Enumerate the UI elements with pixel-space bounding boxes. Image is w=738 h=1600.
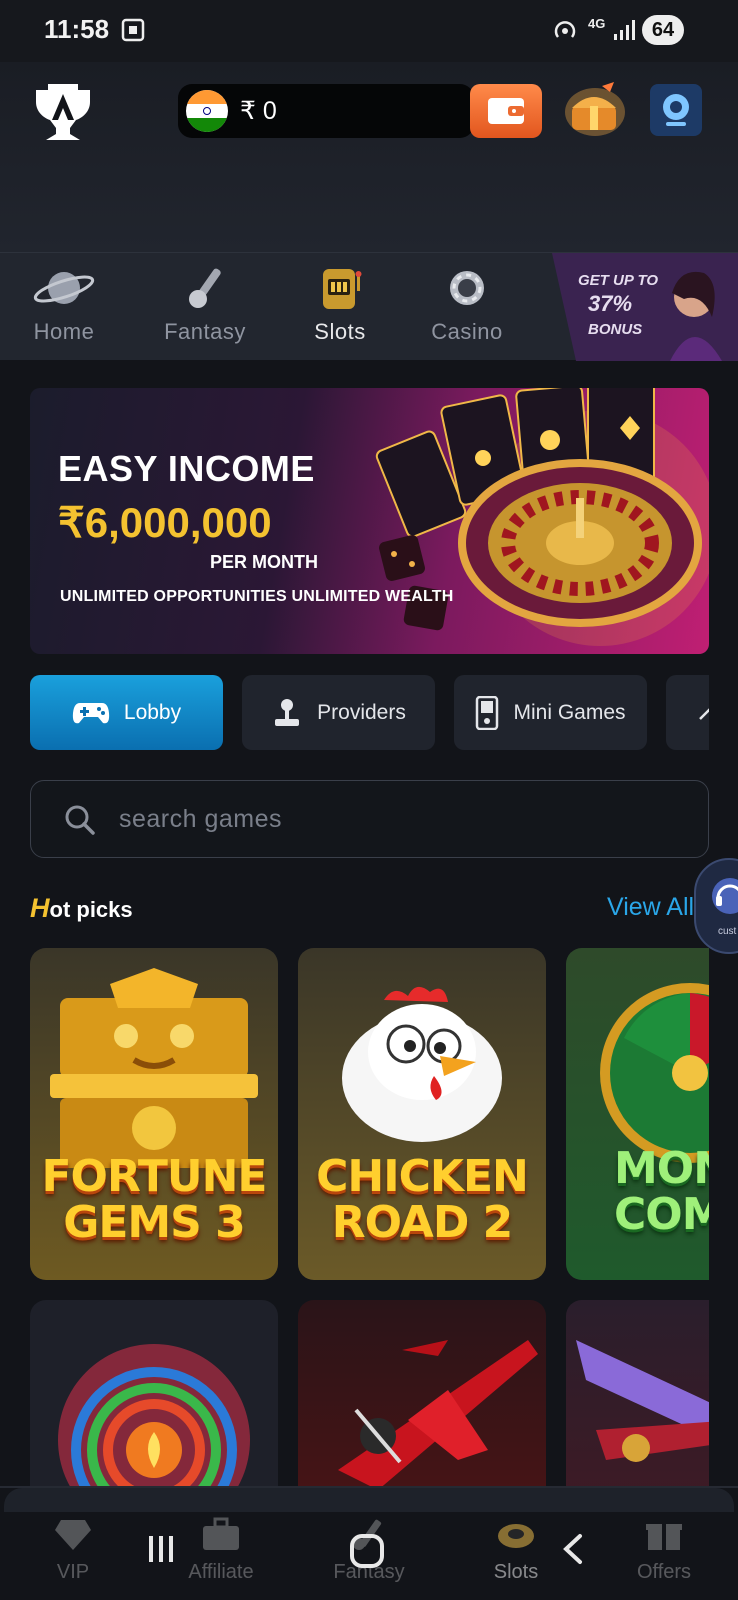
promo-percent: 37% [588, 291, 633, 316]
hot-picks-title: Hot picks [30, 893, 133, 924]
banner-title: EASY INCOME [58, 448, 315, 489]
category-fantasy[interactable]: Fantasy [145, 263, 265, 353]
customer-service-button[interactable]: cust ser [694, 858, 738, 954]
category-nav: Home Fantasy Slots Casino GET UP TO 37% … [0, 252, 738, 361]
tab-label: Mini Games [513, 700, 626, 724]
slot-machine-icon [323, 269, 362, 309]
category-label: Fantasy [164, 319, 246, 344]
bottom-nav-handle [4, 1488, 734, 1512]
promo-text: GET UP TO 37% BONUS [578, 269, 658, 341]
category-casino[interactable]: Casino [407, 263, 527, 353]
recent-apps-icon[interactable] [144, 1532, 178, 1566]
status-bar: 11:58 4G 64 [0, 0, 738, 62]
wallet-button[interactable] [470, 84, 542, 138]
trophy-logo-icon[interactable] [28, 80, 98, 150]
promo-line-1: GET UP TO [578, 272, 659, 289]
screenshot-icon [121, 18, 145, 42]
game-card-fire-wheel[interactable] [30, 1300, 278, 1488]
tab-providers[interactable]: Providers [242, 675, 435, 750]
more-tab-icon [699, 707, 709, 720]
game-filter-tabs: Lobby Providers Mini Games [30, 675, 709, 750]
diamond-icon [55, 1520, 91, 1550]
hotspot-icon [554, 21, 576, 38]
india-flag-icon [186, 90, 228, 132]
category-label: Casino [431, 319, 503, 344]
search-icon [65, 805, 95, 835]
planet-icon [33, 272, 95, 304]
game-title-line-1: MON [614, 1143, 709, 1194]
live-support-button[interactable] [650, 84, 702, 136]
balance-amount: ₹ 0 [240, 97, 277, 125]
game-title-line-2: ROAD 2 [331, 1197, 514, 1248]
tab-label: Lobby [123, 700, 182, 724]
tab-mini-games[interactable]: Mini Games [454, 675, 647, 750]
promo-line-3: BONUS [588, 321, 643, 338]
category-label: Slots [314, 319, 366, 344]
category-slots[interactable]: Slots [280, 263, 400, 353]
game-card-chicken-road-2[interactable]: CHICKEN ROAD 2 [298, 948, 546, 1280]
bottom-nav-label: Affiliate [188, 1561, 254, 1583]
headset-icon [712, 878, 738, 914]
joystick-icon [275, 698, 300, 726]
signal-icon [614, 20, 635, 40]
bottom-nav-label: VIP [56, 1561, 90, 1583]
bottom-nav-slots[interactable]: Slots [461, 1516, 571, 1584]
webcam-icon [663, 94, 689, 126]
network-type: 4G [588, 16, 606, 31]
gift-icon [646, 1524, 682, 1550]
cricket-icon [189, 268, 221, 308]
gift-box-button[interactable] [562, 78, 628, 140]
jet-artwork [576, 1340, 709, 1462]
view-all-link[interactable]: View All [607, 893, 694, 922]
home-button-icon[interactable] [348, 1532, 386, 1570]
bottom-nav-label: Slots [493, 1561, 539, 1583]
roulette-icon [498, 1524, 534, 1548]
title-rest: ot picks [49, 897, 133, 922]
hot-picks-grid: FORTUNE GEMS 3 CHICKEN ROAD 2 MO COM [30, 948, 709, 1488]
game-title-line-2: COM [614, 1189, 709, 1240]
game-title: FORTUNE GEMS 3 [30, 1154, 278, 1246]
treasure-chest-icon [565, 82, 625, 136]
app-header: ₹ 0 [0, 62, 738, 252]
briefcase-icon [203, 1517, 239, 1550]
banner-amount: ₹6,000,000 [58, 499, 272, 546]
bottom-nav-affiliate[interactable]: Affiliate [166, 1516, 276, 1584]
game-card-fortune-gems-3[interactable]: FORTUNE GEMS 3 [30, 948, 278, 1280]
category-label: Home [33, 319, 95, 344]
game-title-line-1: FORTUNE [41, 1151, 268, 1202]
bottom-navigation: VIP Affiliate Fantasy Slots Offers [0, 1486, 738, 1600]
promo-hero-banner[interactable]: EASY INCOME ₹6,000,000 PER MONTH UNLIMIT… [30, 388, 709, 654]
support-label: cust ser [718, 926, 738, 937]
fire-wheel-artwork [58, 1344, 250, 1488]
battery-indicator: 64 [642, 15, 684, 45]
game-title: CHICKEN ROAD 2 [298, 1154, 546, 1246]
search-input[interactable] [119, 799, 679, 839]
category-home[interactable]: Home [4, 263, 124, 353]
game-card-aviator[interactable] [298, 1300, 546, 1488]
game-title-line-2: GEMS 3 [63, 1197, 246, 1248]
tab-label: Providers [317, 700, 406, 724]
handheld-icon [476, 695, 499, 730]
chip-icon [450, 271, 484, 305]
bottom-nav-vip[interactable]: VIP [18, 1516, 128, 1584]
game-card-jet-game[interactable] [566, 1300, 709, 1488]
status-time: 11:58 [44, 14, 110, 44]
red-plane-artwork [338, 1340, 538, 1488]
banner-per-month: PER MONTH [210, 552, 318, 572]
gamepad-icon [72, 702, 110, 723]
back-icon[interactable] [560, 1532, 586, 1566]
search-bar[interactable] [30, 780, 709, 858]
wallet-icon [488, 98, 524, 124]
bottom-nav-offers[interactable]: Offers [609, 1516, 719, 1584]
bottom-nav-label: Offers [636, 1561, 692, 1583]
banner-subtitle: UNLIMITED OPPORTUNITIES UNLIMITED WEALTH [60, 588, 454, 605]
tab-more[interactable] [666, 675, 709, 750]
game-title: MON COM [566, 1146, 709, 1238]
balance-display[interactable]: ₹ 0 [178, 84, 474, 138]
game-card-money-coming[interactable]: MON COM [566, 948, 709, 1280]
bonus-promo-banner[interactable]: GET UP TO 37% BONUS [552, 253, 738, 361]
game-title-line-1: CHICKEN [316, 1151, 529, 1202]
tab-lobby[interactable]: Lobby [30, 675, 223, 750]
title-highlight-letter: H [30, 893, 50, 923]
